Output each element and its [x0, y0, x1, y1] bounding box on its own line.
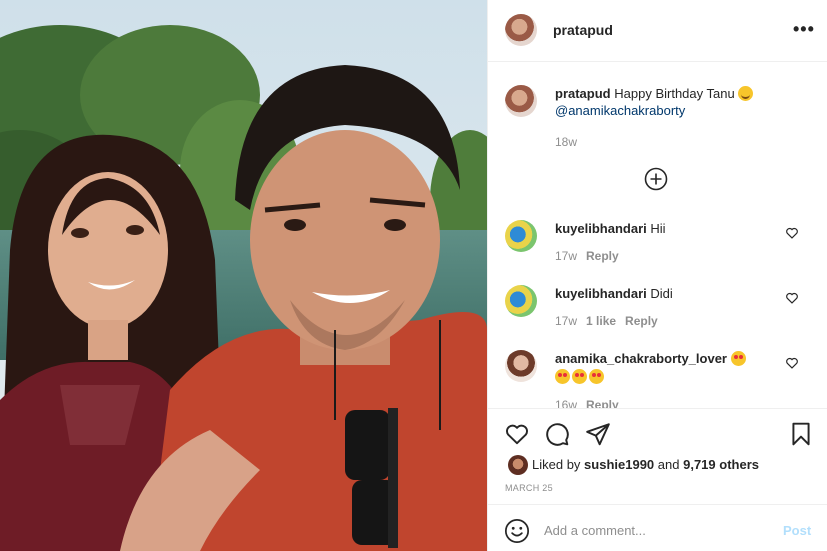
post-header: pratapud ••• [488, 0, 827, 62]
post-comment-button[interactable]: Post [783, 523, 811, 538]
caption-time: 18w [555, 135, 815, 149]
comment-time[interactable]: 17w [555, 249, 577, 263]
like-heart-icon[interactable] [504, 421, 530, 447]
comment-text: Hii [650, 221, 666, 236]
liker-avatar[interactable] [508, 455, 528, 475]
post-actions: Liked by sushie1990 and 9,719 others MAR… [488, 408, 827, 504]
liked-by-user[interactable]: sushie1990 [584, 457, 654, 472]
caption-mention[interactable]: @anamikachakraborty [555, 103, 815, 118]
comment-line: kuyelibhandari Didi [555, 285, 775, 303]
emoji-icon[interactable] [504, 518, 530, 544]
caption-body: pratapud Happy Birthday Tanu @anamikacha… [555, 85, 815, 149]
load-more-comments-icon[interactable] [644, 167, 668, 191]
comment-username[interactable]: kuyelibhandari [555, 286, 647, 301]
comment-line: kuyelibhandari Hii [555, 220, 775, 238]
like-comment-heart-icon[interactable] [785, 291, 799, 305]
comment-item: anamika_chakraborty_lover 16w Reply [488, 348, 827, 408]
comment-line: anamika_chakraborty_lover [555, 350, 775, 386]
caption-username[interactable]: pratapud [555, 86, 611, 101]
more-options-icon[interactable]: ••• [793, 19, 815, 39]
likes-summary: Liked by sushie1990 and 9,719 others [508, 455, 759, 475]
comment-time[interactable]: 17w [555, 314, 577, 328]
comment-username[interactable]: anamika_chakraborty_lover [555, 351, 727, 366]
star-struck-icon [589, 369, 604, 384]
comment-body: kuyelibhandari Didi 17w 1 like Reply [555, 285, 775, 328]
liked-by-and: and [657, 457, 680, 472]
star-struck-icon [730, 351, 746, 366]
commenter-avatar[interactable] [505, 285, 537, 317]
star-struck-icon [555, 369, 570, 384]
post-sidebar: pratapud ••• pratapud Happy Birthday Tan… [487, 0, 827, 551]
liked-by-label: Liked by [532, 457, 581, 472]
commenter-avatar[interactable] [505, 220, 537, 252]
comment-text: Didi [650, 286, 673, 301]
caption-text: Happy Birthday Tanu [614, 86, 735, 101]
comment-username[interactable]: kuyelibhandari [555, 221, 647, 236]
commenter-avatar[interactable] [505, 350, 537, 382]
comments-list[interactable]: pratapud Happy Birthday Tanu @anamikacha… [488, 63, 827, 408]
comment-meta: 17w Reply [555, 249, 775, 263]
smiling-face-with-hearts-icon [738, 86, 754, 101]
reply-button[interactable]: Reply [625, 314, 658, 328]
reply-button[interactable]: Reply [586, 398, 619, 408]
save-bookmark-icon[interactable] [788, 421, 814, 447]
comment-input[interactable] [544, 517, 764, 543]
comment-meta: 16w Reply [555, 398, 775, 408]
comment-time[interactable]: 16w [555, 398, 577, 408]
like-comment-heart-icon[interactable] [785, 356, 799, 370]
post-photo[interactable] [0, 0, 487, 551]
comment-meta: 17w 1 like Reply [555, 314, 775, 328]
post-photo-image [0, 0, 487, 551]
reply-button[interactable]: Reply [586, 249, 619, 263]
caption-line: pratapud Happy Birthday Tanu [555, 85, 815, 103]
add-comment-bar: Post [488, 504, 827, 551]
comment-item: kuyelibhandari Hii 17w Reply [488, 218, 827, 278]
comment-body: anamika_chakraborty_lover 16w Reply [555, 350, 775, 408]
share-paper-plane-icon[interactable] [585, 421, 611, 447]
comment-body: kuyelibhandari Hii 17w Reply [555, 220, 775, 263]
like-comment-heart-icon[interactable] [785, 226, 799, 240]
caption-timestamp[interactable]: 18w [555, 135, 577, 149]
comment-bubble-icon[interactable] [544, 421, 570, 447]
comment-item: kuyelibhandari Didi 17w 1 like Reply [488, 283, 827, 343]
star-struck-icon [572, 369, 587, 384]
comment-likes-count[interactable]: 1 like [586, 314, 616, 328]
post-date[interactable]: MARCH 25 [505, 483, 553, 493]
caption-avatar[interactable] [505, 85, 537, 117]
author-avatar[interactable] [505, 14, 537, 46]
author-username[interactable]: pratapud [553, 22, 613, 38]
liked-by-others[interactable]: 9,719 others [683, 457, 759, 472]
